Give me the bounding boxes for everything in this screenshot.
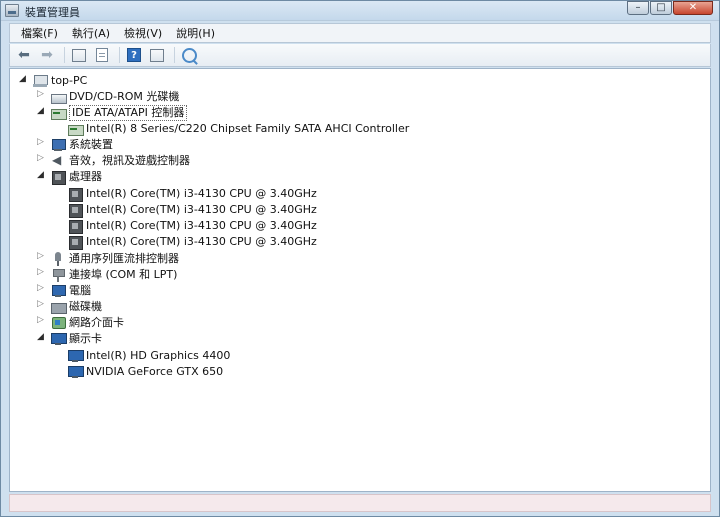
display-adapter-icon xyxy=(51,332,67,346)
tree-leaf[interactable]: Intel(R) 8 Series/C220 Chipset Family SA… xyxy=(68,121,409,137)
collapse-arrow-icon[interactable] xyxy=(37,283,46,295)
menu-action[interactable]: 執行(A) xyxy=(65,25,117,41)
expand-arrow-icon[interactable] xyxy=(37,106,46,117)
tree-node[interactable]: 通用序列匯流排控制器 xyxy=(37,251,179,267)
expand-arrow-icon[interactable] xyxy=(37,332,46,343)
device-tree[interactable]: top-PC DVD/CD-ROM 光碟機 IDE ATA/ATAPI 控制器 … xyxy=(9,68,711,492)
maximize-button[interactable]: □ xyxy=(650,1,672,15)
tree-leaf-label: Intel(R) Core(TM) i3-4130 CPU @ 3.40GHz xyxy=(86,187,317,200)
show-hide-console-tree-icon[interactable] xyxy=(69,46,89,64)
processor-icon xyxy=(68,219,83,234)
tree-leaf-label: Intel(R) Core(TM) i3-4130 CPU @ 3.40GHz xyxy=(86,235,317,248)
processor-icon xyxy=(51,170,66,185)
tree-node-label: 磁碟機 xyxy=(69,300,102,313)
tree-leaf[interactable]: NVIDIA GeForce GTX 650 xyxy=(68,364,223,380)
view-grid-icon[interactable] xyxy=(147,46,167,64)
tree-node[interactable]: 系統裝置 xyxy=(37,137,113,153)
toolbar: ⬅ ➡ ? xyxy=(9,44,711,67)
tree-leaf[interactable]: Intel(R) HD Graphics 4400 xyxy=(68,348,230,364)
close-button[interactable]: ✕ xyxy=(673,1,713,15)
tree-leaf-label: NVIDIA GeForce GTX 650 xyxy=(86,365,224,378)
status-bar xyxy=(9,494,711,512)
help-icon[interactable]: ? xyxy=(124,46,144,64)
processor-icon xyxy=(68,203,83,218)
device-manager-app-icon xyxy=(5,4,19,17)
collapse-arrow-icon[interactable] xyxy=(37,153,46,165)
tree-node-label: 音效，視訊及遊戲控制器 xyxy=(69,154,190,167)
collapse-arrow-icon[interactable] xyxy=(37,299,46,311)
title-bar[interactable]: 裝置管理員 – □ ✕ xyxy=(1,1,719,21)
tree-node-label: 系統裝置 xyxy=(69,138,113,151)
tree-leaf-label: Intel(R) Core(TM) i3-4130 CPU @ 3.40GHz xyxy=(86,203,317,216)
expand-arrow-icon[interactable] xyxy=(19,74,28,85)
tree-root-label: top-PC xyxy=(51,74,88,87)
tree-root[interactable]: top-PC xyxy=(19,73,88,89)
collapse-arrow-icon[interactable] xyxy=(37,315,46,327)
tree-node[interactable]: 連接埠 (COM 和 LPT) xyxy=(37,267,178,283)
tree-node-label: DVD/CD-ROM 光碟機 xyxy=(69,90,180,103)
tree-node-selected[interactable]: IDE ATA/ATAPI 控制器 xyxy=(37,105,188,121)
audio-icon xyxy=(51,153,65,168)
tree-node[interactable]: 電腦 xyxy=(37,283,91,299)
expand-arrow-icon[interactable] xyxy=(37,170,46,181)
collapse-arrow-icon[interactable] xyxy=(37,267,46,279)
back-arrow-icon[interactable]: ⬅ xyxy=(14,46,34,64)
usb-icon xyxy=(51,252,65,266)
collapse-arrow-icon[interactable] xyxy=(37,137,46,149)
toolbar-separator xyxy=(119,47,120,63)
window-title: 裝置管理員 xyxy=(25,6,80,19)
tree-node-label: 處理器 xyxy=(69,170,102,183)
tree-node-label: 電腦 xyxy=(69,284,91,297)
menu-file[interactable]: 檔案(F) xyxy=(14,25,65,41)
tree-node[interactable]: 處理器 xyxy=(37,169,102,185)
device-manager-window: 裝置管理員 – □ ✕ 檔案(F) 執行(A) 檢視(V) 說明(H) ⬅ ➡ … xyxy=(0,0,720,517)
tree-leaf[interactable]: Intel(R) Core(TM) i3-4130 CPU @ 3.40GHz xyxy=(68,234,317,250)
tree-node[interactable]: 顯示卡 xyxy=(37,331,102,347)
tree-leaf-label: Intel(R) Core(TM) i3-4130 CPU @ 3.40GHz xyxy=(86,219,317,232)
menu-bar: 檔案(F) 執行(A) 檢視(V) 說明(H) xyxy=(9,23,711,43)
menu-view[interactable]: 檢視(V) xyxy=(117,25,169,41)
tree-leaf[interactable]: Intel(R) Core(TM) i3-4130 CPU @ 3.40GHz xyxy=(68,186,317,202)
tree-leaf-label: Intel(R) HD Graphics 4400 xyxy=(86,349,231,362)
computer-icon xyxy=(51,284,66,298)
display-adapter-icon xyxy=(68,365,84,379)
minimize-button[interactable]: – xyxy=(627,1,649,15)
tree-leaf[interactable]: Intel(R) Core(TM) i3-4130 CPU @ 3.40GHz xyxy=(68,218,317,234)
tree-node-label: 連接埠 (COM 和 LPT) xyxy=(69,268,178,281)
tree-node[interactable]: 網路介面卡 xyxy=(37,315,124,331)
collapse-arrow-icon[interactable] xyxy=(37,89,46,101)
tree-node[interactable]: 磁碟機 xyxy=(37,299,102,315)
tree-leaf[interactable]: Intel(R) Core(TM) i3-4130 CPU @ 3.40GHz xyxy=(68,202,317,218)
network-adapter-icon xyxy=(51,316,66,330)
tree-node[interactable]: 音效，視訊及遊戲控制器 xyxy=(37,153,190,169)
tree-node[interactable]: DVD/CD-ROM 光碟機 xyxy=(37,89,180,105)
ide-controller-icon xyxy=(51,106,67,120)
properties-icon[interactable] xyxy=(92,46,112,64)
caption-buttons: – □ ✕ xyxy=(626,1,713,17)
menu-help[interactable]: 說明(H) xyxy=(169,25,222,41)
dvd-drive-icon xyxy=(51,90,67,104)
processor-icon xyxy=(68,187,83,202)
collapse-arrow-icon[interactable] xyxy=(37,251,46,263)
tree-leaf-label: Intel(R) 8 Series/C220 Chipset Family SA… xyxy=(86,122,410,135)
tree-node-label: 顯示卡 xyxy=(69,332,102,345)
port-icon xyxy=(51,268,65,282)
tree-node-label: 網路介面卡 xyxy=(69,316,124,329)
toolbar-separator xyxy=(174,47,175,63)
computer-icon xyxy=(33,74,48,88)
system-device-icon xyxy=(51,138,66,152)
forward-arrow-icon[interactable]: ➡ xyxy=(37,46,57,64)
processor-icon xyxy=(68,235,83,250)
display-adapter-icon xyxy=(68,349,84,363)
scan-hardware-changes-icon[interactable] xyxy=(179,46,199,64)
toolbar-separator xyxy=(64,47,65,63)
tree-node-label: IDE ATA/ATAPI 控制器 xyxy=(69,105,188,121)
ide-controller-icon xyxy=(68,122,84,136)
tree-node-label: 通用序列匯流排控制器 xyxy=(69,252,179,265)
disk-drive-icon xyxy=(51,300,67,314)
